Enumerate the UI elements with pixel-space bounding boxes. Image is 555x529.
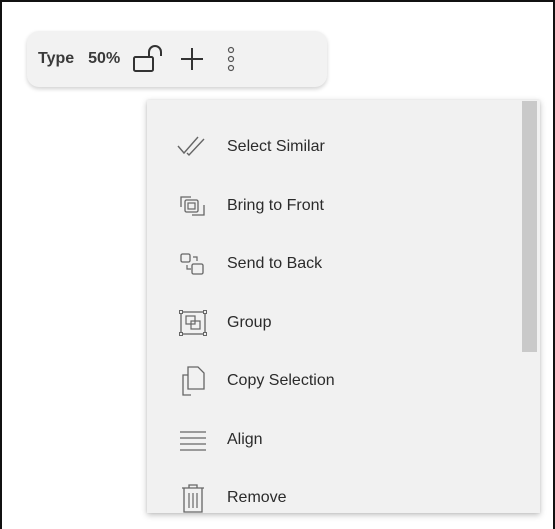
context-menu: Select Similar Bring to Front Send to Ba…: [147, 100, 540, 513]
menu-item-group[interactable]: Group: [147, 294, 517, 352]
menu-item-label: Bring to Front: [227, 197, 324, 214]
zoom-level[interactable]: 50%: [88, 50, 120, 68]
more-vertical-icon[interactable]: [226, 46, 236, 72]
send-to-back-icon: [175, 246, 211, 282]
menu-item-send-to-back[interactable]: Send to Back: [147, 235, 517, 293]
menu-item-copy-selection[interactable]: Copy Selection: [147, 352, 517, 410]
menu-item-label: Select Similar: [227, 138, 325, 155]
menu-item-remove[interactable]: Remove: [147, 469, 517, 513]
menu-item-label: Send to Back: [227, 255, 323, 272]
align-icon: [175, 422, 211, 458]
menu-item-label: Remove: [227, 489, 287, 506]
type-label: Type: [38, 50, 75, 67]
copy-icon: [175, 363, 211, 399]
menu-item-label: Copy Selection: [227, 372, 335, 389]
bring-to-front-icon: [175, 188, 211, 224]
menu-item-align[interactable]: Align: [147, 411, 517, 469]
trash-icon: [175, 480, 211, 513]
lock-open-icon[interactable]: [132, 44, 166, 74]
group-icon: [175, 305, 211, 341]
menu-item-label: Align: [227, 431, 263, 448]
plus-icon[interactable]: [178, 45, 206, 73]
menu-item-label: Group: [227, 314, 272, 331]
check-double-icon: [175, 129, 211, 165]
selection-toolbar: Type 50%: [27, 31, 327, 87]
menu-item-select-similar[interactable]: Select Similar: [147, 118, 517, 176]
menu-item-bring-to-front[interactable]: Bring to Front: [147, 177, 517, 235]
menu-scrollbar[interactable]: [522, 101, 537, 352]
